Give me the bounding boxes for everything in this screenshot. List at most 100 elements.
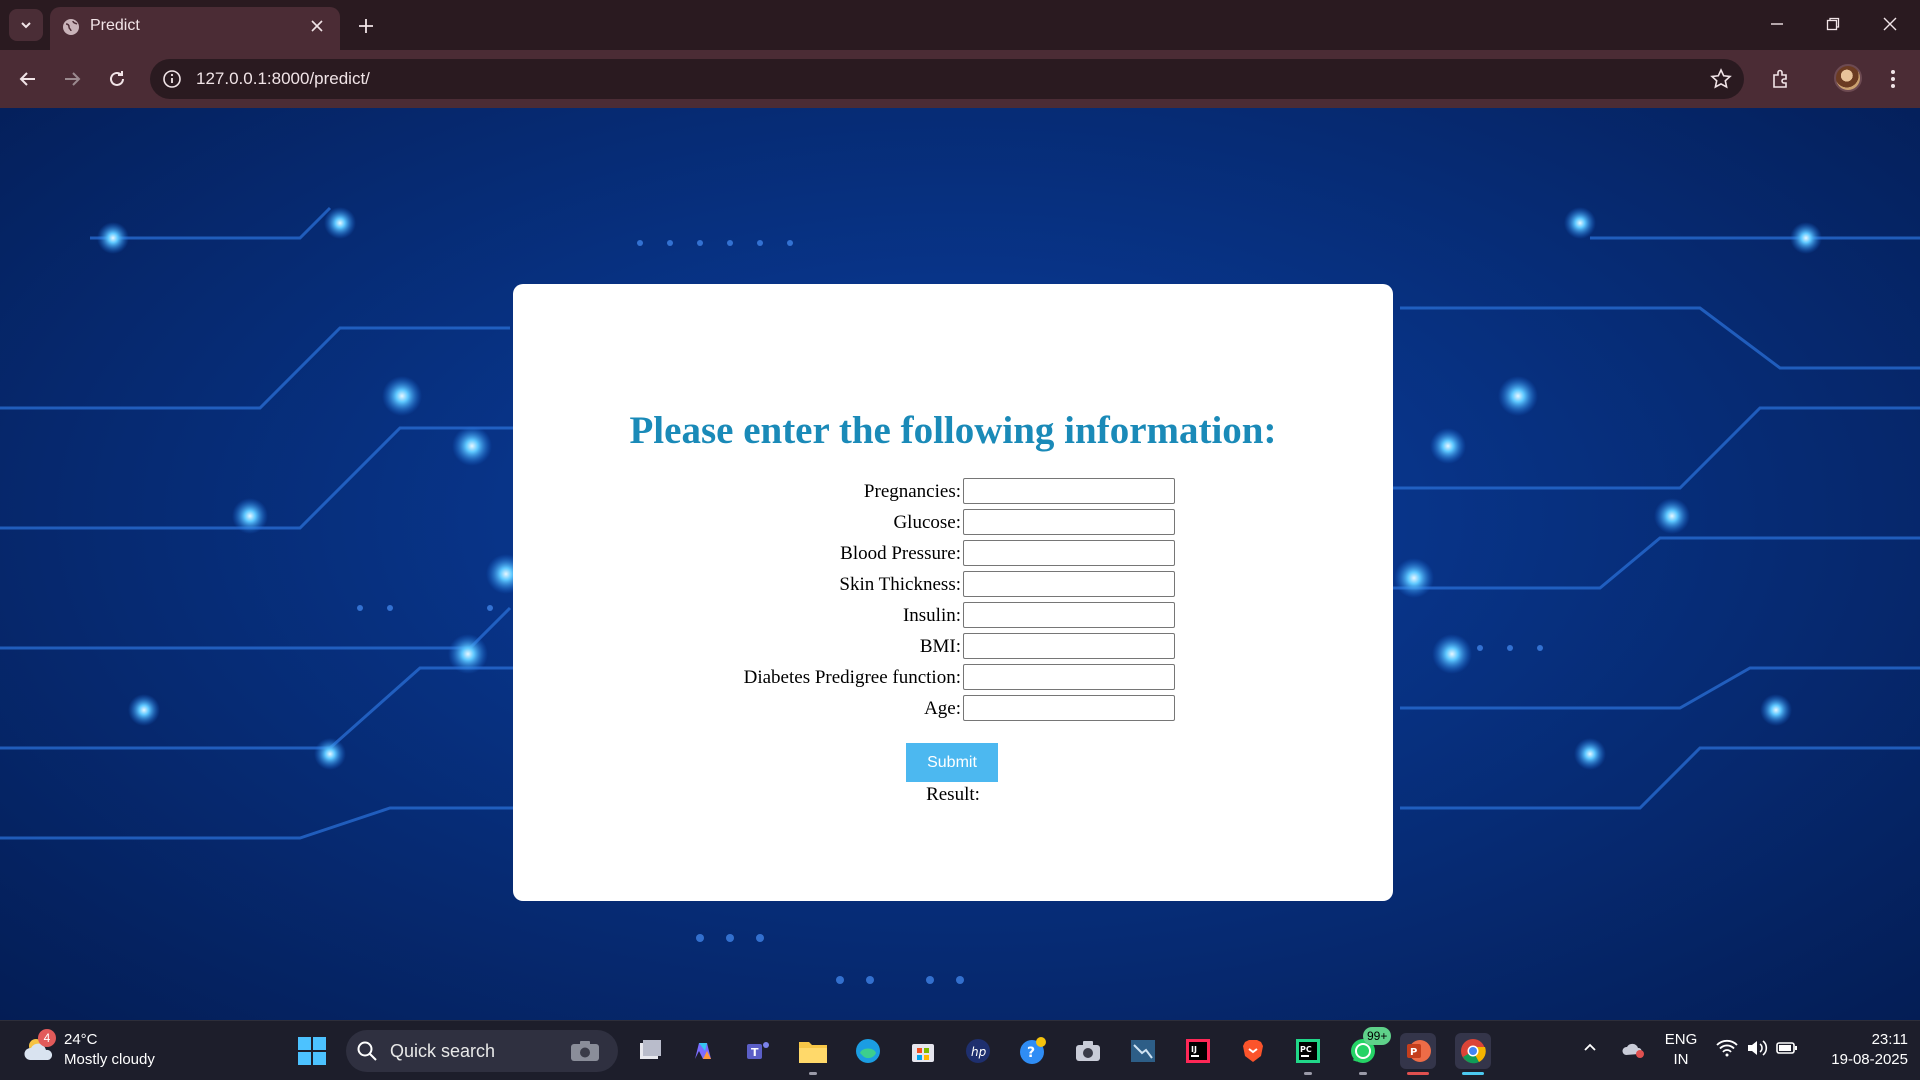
restore-icon [1826,17,1840,31]
powerpoint-icon: P [1407,1040,1431,1062]
volume-status[interactable] [1746,1039,1768,1062]
edge-icon [856,1039,880,1063]
hp-button[interactable]: hp [960,1033,996,1069]
restore-button[interactable] [1815,10,1851,38]
close-window-button[interactable] [1872,10,1908,38]
intellij-button[interactable]: IJ [1180,1033,1216,1069]
onedrive-status[interactable] [1622,1039,1646,1064]
svg-text:T: T [751,1046,759,1059]
copilot-icon [695,1043,711,1059]
wifi-status[interactable] [1716,1039,1738,1062]
running-indicator [809,1072,817,1075]
age-input[interactable] [963,695,1175,721]
form-title: Please enter the following information: [629,409,1277,452]
insulin-label: Insulin: [902,605,961,626]
forward-button[interactable] [57,64,87,94]
age-label: Age: [924,698,961,719]
task-view-button[interactable] [632,1033,668,1069]
teams-button[interactable]: T [740,1033,776,1069]
close-icon [311,20,323,32]
form-fields: Pregnancies: Glucose: Blood Pressure: Sk… [513,477,1393,725]
clock-time[interactable]: 23:11 [1812,1031,1908,1048]
show-hidden-icons-button[interactable] [1582,1039,1598,1060]
extensions-button[interactable] [1766,64,1796,94]
back-button[interactable] [13,64,43,94]
camera-app-button[interactable] [1070,1033,1106,1069]
brave-button[interactable] [1235,1033,1271,1069]
skin-thickness-input[interactable] [963,571,1175,597]
minimize-button[interactable] [1759,10,1795,38]
pregnancies-input[interactable] [963,478,1175,504]
field-row-skin-thickness: Skin Thickness: [513,570,1393,601]
tab-title: Predict [90,17,140,34]
reload-button[interactable] [102,64,132,94]
chrome-button[interactable] [1455,1033,1491,1075]
svg-text:hp: hp [971,1045,987,1059]
intellij-icon: IJ [1186,1039,1210,1063]
plus-icon [359,19,373,33]
url-text[interactable]: 127.0.0.1:8000/predict/ [196,69,370,89]
blood-pressure-input[interactable] [963,540,1175,566]
tab-close-button[interactable] [306,15,328,37]
arrow-right-icon [65,72,81,86]
profile-avatar[interactable] [1834,64,1862,92]
result-label: Result: [926,784,980,805]
minimize-icon [1771,23,1783,25]
battery-icon [1776,1042,1797,1054]
tab-search-button[interactable] [9,9,43,41]
file-explorer-button[interactable] [795,1033,831,1075]
field-row-blood-pressure: Blood Pressure: [513,539,1393,570]
language-indicator-top[interactable]: ENG [1664,1031,1698,1048]
pycharm-button[interactable]: PC [1290,1033,1326,1075]
taskbar: 4 24°C Mostly cloudy Quick search T hp ? [0,1020,1920,1080]
taskbar-search[interactable]: Quick search [346,1030,618,1072]
skin-thickness-label: Skin Thickness: [839,574,961,595]
windows-start-icon[interactable] [297,1036,327,1066]
edge-button[interactable] [850,1033,886,1069]
cloud-error-icon [1622,1043,1644,1058]
powerpoint-button[interactable]: P [1400,1033,1436,1075]
page-viewport: Please enter the following information: … [0,108,1920,1020]
weather-alert-badge: 4 [38,1029,56,1047]
get-help-button[interactable]: ? [1015,1033,1051,1069]
svg-text:PC: PC [1300,1045,1312,1054]
menu-button[interactable] [1878,64,1908,94]
weather-description: Mostly cloudy [64,1051,155,1068]
submit-button[interactable]: Submit [906,743,998,782]
insulin-input[interactable] [963,602,1175,628]
clock-date[interactable]: 19-08-2025 [1812,1051,1908,1068]
hp-icon: hp [966,1039,990,1063]
help-icon: ? [1020,1037,1046,1064]
battery-status[interactable] [1776,1040,1798,1061]
close-icon [1883,17,1897,31]
browser-tab[interactable]: Predict [50,7,340,50]
globe-icon [63,19,79,35]
mysql-workbench-icon [1131,1040,1155,1062]
info-icon[interactable] [162,69,182,89]
field-row-diabetes-pedigree: Diabetes Predigree function: [513,663,1393,694]
copilot-button[interactable] [685,1033,721,1069]
notification-badge: 99+ [1363,1027,1392,1045]
diabetes-pedigree-input[interactable] [963,664,1175,690]
bookmark-star-icon[interactable] [1710,68,1732,90]
whatsapp-button[interactable]: 99+ [1345,1027,1392,1075]
camera-icon [1076,1041,1100,1061]
diabetes-pedigree-label: Diabetes Predigree function: [743,667,961,688]
running-indicator [1462,1072,1484,1075]
new-tab-button[interactable] [352,12,380,40]
language-indicator-bottom[interactable]: IN [1664,1051,1698,1068]
address-bar[interactable]: 127.0.0.1:8000/predict/ [150,59,1744,99]
field-row-pregnancies: Pregnancies: [513,477,1393,508]
task-view-icon [640,1040,661,1059]
svg-text:P: P [1410,1047,1417,1058]
svg-text:IJ: IJ [1191,1045,1197,1054]
browser-tab-strip: Predict [0,0,1920,50]
search-icon [357,1041,377,1061]
microsoft-store-button[interactable] [905,1033,941,1069]
glucose-input[interactable] [963,509,1175,535]
field-row-insulin: Insulin: [513,601,1393,632]
bmi-input[interactable] [963,633,1175,659]
running-indicator [1304,1072,1312,1075]
mysql-workbench-button[interactable] [1125,1033,1161,1069]
svg-text:?: ? [1027,1045,1035,1061]
